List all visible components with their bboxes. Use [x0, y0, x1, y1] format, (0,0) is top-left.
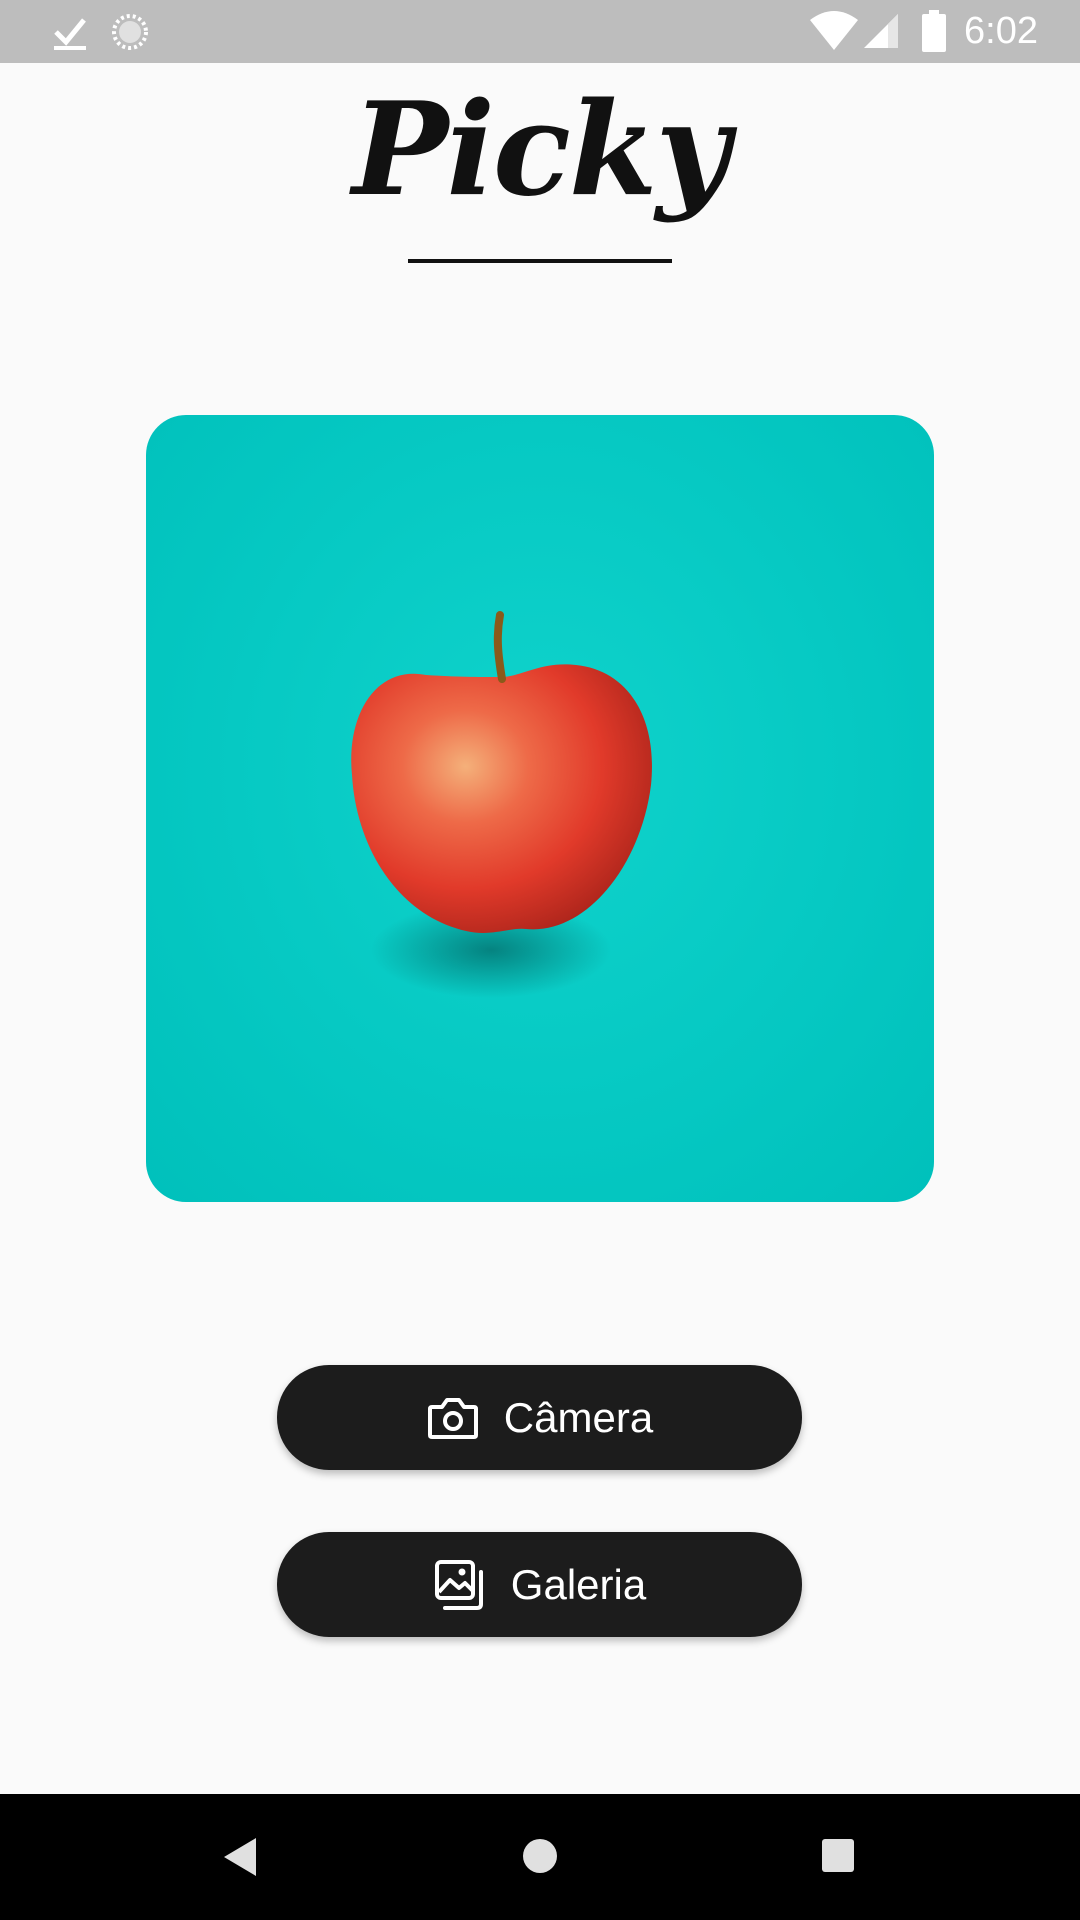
navigation-bar	[0, 1794, 1080, 1920]
camera-button-label: Câmera	[503, 1393, 654, 1441]
status-bar: 6:02	[0, 0, 1080, 63]
wifi-icon	[810, 11, 858, 50]
apple-illustration	[351, 611, 652, 998]
status-time: 6:02	[964, 10, 1038, 52]
battery-icon	[922, 10, 946, 52]
back-icon[interactable]	[222, 1836, 258, 1878]
camera-button[interactable]: Câmera	[277, 1365, 802, 1470]
cell-signal-icon	[864, 14, 898, 48]
home-icon[interactable]	[522, 1838, 558, 1874]
sync-icon	[112, 14, 148, 50]
camera-icon	[427, 1397, 478, 1439]
app-title: Picky	[352, 75, 730, 225]
apple-photo	[146, 415, 934, 1202]
gallery-icon	[434, 1559, 483, 1610]
gallery-button[interactable]: Galeria	[277, 1532, 802, 1637]
download-done-icon	[54, 18, 86, 50]
recents-icon[interactable]	[822, 1839, 854, 1872]
title-underline	[408, 259, 672, 263]
gallery-button-label: Galeria	[510, 1560, 647, 1608]
